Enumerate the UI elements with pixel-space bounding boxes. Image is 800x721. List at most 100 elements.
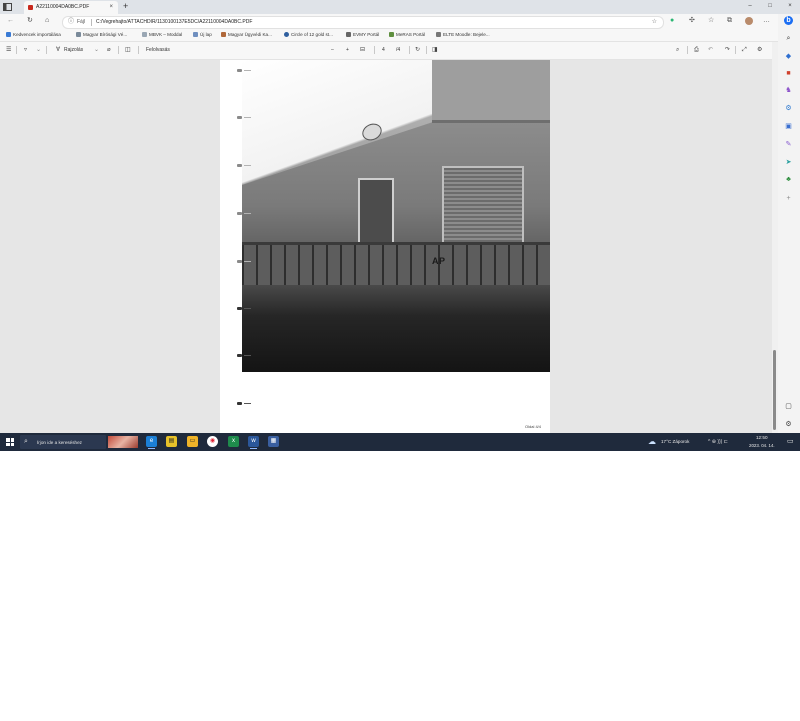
- shopping-icon[interactable]: ■: [784, 69, 793, 78]
- tab-actions-icon[interactable]: [3, 3, 12, 11]
- favorite-item-0[interactable]: Kedvencek importálása: [6, 31, 61, 39]
- send-icon[interactable]: ➤: [784, 158, 793, 167]
- gear-icon[interactable]: ⚙: [784, 420, 793, 429]
- filter-icon[interactable]: ▿: [24, 46, 27, 54]
- toolbar-divider: [409, 46, 410, 54]
- toolbar-divider: [426, 46, 427, 54]
- system-tray[interactable]: ^ ⊕ ))) ⊏: [708, 439, 728, 445]
- url-field[interactable]: ⓘ Fájl C:/Vegrehajto/ATTACHDIR/113010013…: [62, 16, 664, 29]
- favorite-item-6[interactable]: EVMY Portál: [346, 31, 379, 39]
- toolbar-divider: [118, 46, 119, 54]
- home-icon[interactable]: ⌂: [45, 16, 49, 26]
- excel-icon[interactable]: x: [228, 436, 239, 447]
- extension-icon[interactable]: ●: [670, 17, 674, 25]
- eraser-icon[interactable]: ⌀: [107, 46, 111, 54]
- edge-app-icon[interactable]: e: [146, 436, 157, 449]
- windows-start-icon[interactable]: [6, 438, 14, 446]
- undo-icon[interactable]: ↶: [708, 46, 713, 54]
- read-aloud-button[interactable]: Felolvasás: [146, 47, 170, 53]
- site-icon: [346, 32, 351, 37]
- tab-pdf[interactable]: A22110004DA0BC.PDF ×: [24, 1, 118, 14]
- weather-text[interactable]: 17°C Záporok: [661, 439, 689, 444]
- tab-close-icon[interactable]: ×: [109, 4, 113, 10]
- puzzle-icon[interactable]: ✣: [689, 17, 695, 25]
- favorite-item-7[interactable]: MeRAS Portál: [389, 31, 425, 39]
- search-icon[interactable]: ⌕: [784, 34, 793, 43]
- favorite-item-4[interactable]: Magyar Ügyvédi Ka...: [221, 31, 272, 39]
- save-icon[interactable]: ↷: [725, 46, 730, 54]
- bing-chat-icon[interactable]: b: [784, 16, 793, 25]
- favorite-item-8[interactable]: ELTE Moodle: Bejele...: [436, 31, 490, 39]
- gear-icon[interactable]: ⚙: [757, 46, 762, 54]
- maximize-button[interactable]: □: [760, 0, 780, 14]
- site-icon: [389, 32, 394, 37]
- url-scheme: Fájl: [77, 19, 86, 25]
- avatar[interactable]: [745, 17, 753, 25]
- page-total: /4: [396, 47, 401, 53]
- back-icon[interactable]: ←: [7, 16, 14, 26]
- contents-icon[interactable]: ☰: [6, 46, 11, 54]
- draw-icon[interactable]: ∀: [56, 46, 60, 54]
- photo-shutter-window: [442, 166, 524, 246]
- favorite-item-2[interactable]: MBVK – Moddal: [142, 31, 182, 39]
- scroll-thumb[interactable]: [773, 350, 776, 430]
- margin-mark: [237, 116, 251, 119]
- clock-time[interactable]: 12:50: [756, 435, 768, 440]
- zoom-out-button[interactable]: –: [331, 47, 334, 53]
- favorite-item-5[interactable]: Circle of 12 gold st...: [284, 31, 333, 39]
- document-viewport[interactable]: AP Oldal 4/4: [0, 60, 772, 433]
- sticky-notes-icon[interactable]: ▤: [166, 436, 177, 447]
- document-app-icon[interactable]: ▦: [268, 436, 279, 447]
- toolbar-divider: [735, 46, 736, 54]
- tree-icon[interactable]: ♣: [784, 175, 793, 184]
- margin-mark: [237, 69, 251, 72]
- chevron-down-icon[interactable]: ⌄: [94, 46, 99, 54]
- fit-page-icon[interactable]: ⊟: [360, 46, 365, 54]
- pdf-page: AP Oldal 4/4: [220, 60, 550, 433]
- favorite-item-1[interactable]: Magyar Bírósági Vé...: [76, 31, 127, 39]
- draw-button[interactable]: Rajzolás: [64, 47, 83, 53]
- search-icon[interactable]: ⌕: [676, 46, 679, 54]
- office-icon[interactable]: ▣: [784, 122, 793, 131]
- page-view-icon[interactable]: ◫: [125, 46, 131, 54]
- print-icon[interactable]: ⎙: [694, 46, 699, 54]
- favorites-icon[interactable]: ☆: [708, 17, 714, 25]
- taskbar-search-box[interactable]: ⌕ Írjon ide a kereséshez: [20, 435, 106, 449]
- favorite-item-3[interactable]: Új lap: [193, 31, 212, 39]
- split-screen-icon[interactable]: ▢: [784, 402, 793, 411]
- info-icon[interactable]: ⓘ: [68, 18, 74, 26]
- notification-icon[interactable]: ▭: [787, 437, 794, 446]
- tag-icon[interactable]: ◆: [784, 52, 793, 61]
- note-icon[interactable]: ✎: [784, 140, 793, 149]
- page-number-input[interactable]: 4: [382, 47, 385, 53]
- pdf-file-icon: [28, 5, 33, 10]
- search-highlight-image[interactable]: [108, 436, 138, 448]
- minimize-button[interactable]: –: [740, 0, 760, 14]
- two-page-icon[interactable]: ◨: [432, 46, 438, 54]
- file-explorer-icon[interactable]: ▭: [187, 436, 198, 447]
- favorite-star-icon[interactable]: ☆: [652, 18, 657, 25]
- chevron-down-icon[interactable]: ⌄: [36, 46, 41, 54]
- close-window-button[interactable]: ×: [780, 0, 800, 14]
- margin-mark: [237, 402, 251, 405]
- add-icon[interactable]: +: [784, 194, 793, 203]
- more-icon[interactable]: …: [763, 17, 770, 25]
- chrome-icon[interactable]: ◉: [207, 436, 218, 447]
- margin-mark: [237, 164, 251, 167]
- site-icon: [142, 32, 147, 37]
- margin-mark: [237, 307, 251, 310]
- fullscreen-icon[interactable]: ⤢: [742, 46, 747, 54]
- pdf-toolbar: ☰ ▿ ⌄ ∀ Rajzolás ⌄ ⌀ ◫ Felolvasás – + ⊟ …: [0, 42, 772, 60]
- clock-date[interactable]: 2023. 04. 14.: [749, 443, 775, 448]
- zoom-in-button[interactable]: +: [346, 47, 349, 53]
- refresh-icon[interactable]: ↻: [27, 16, 33, 26]
- tools-icon[interactable]: ⚙: [784, 104, 793, 113]
- collections-icon[interactable]: ⧉: [727, 17, 732, 25]
- rotate-icon[interactable]: ↻: [415, 46, 420, 54]
- photo-fence: [242, 242, 550, 285]
- word-icon[interactable]: w: [248, 436, 259, 449]
- games-icon[interactable]: ♞: [784, 86, 793, 95]
- url-text[interactable]: C:/Vegrehajto/ATTACHDIR/1130100137E5DC/A…: [96, 19, 252, 25]
- new-tab-button[interactable]: +: [123, 2, 128, 11]
- weather-cloud-icon[interactable]: ☁: [648, 437, 656, 446]
